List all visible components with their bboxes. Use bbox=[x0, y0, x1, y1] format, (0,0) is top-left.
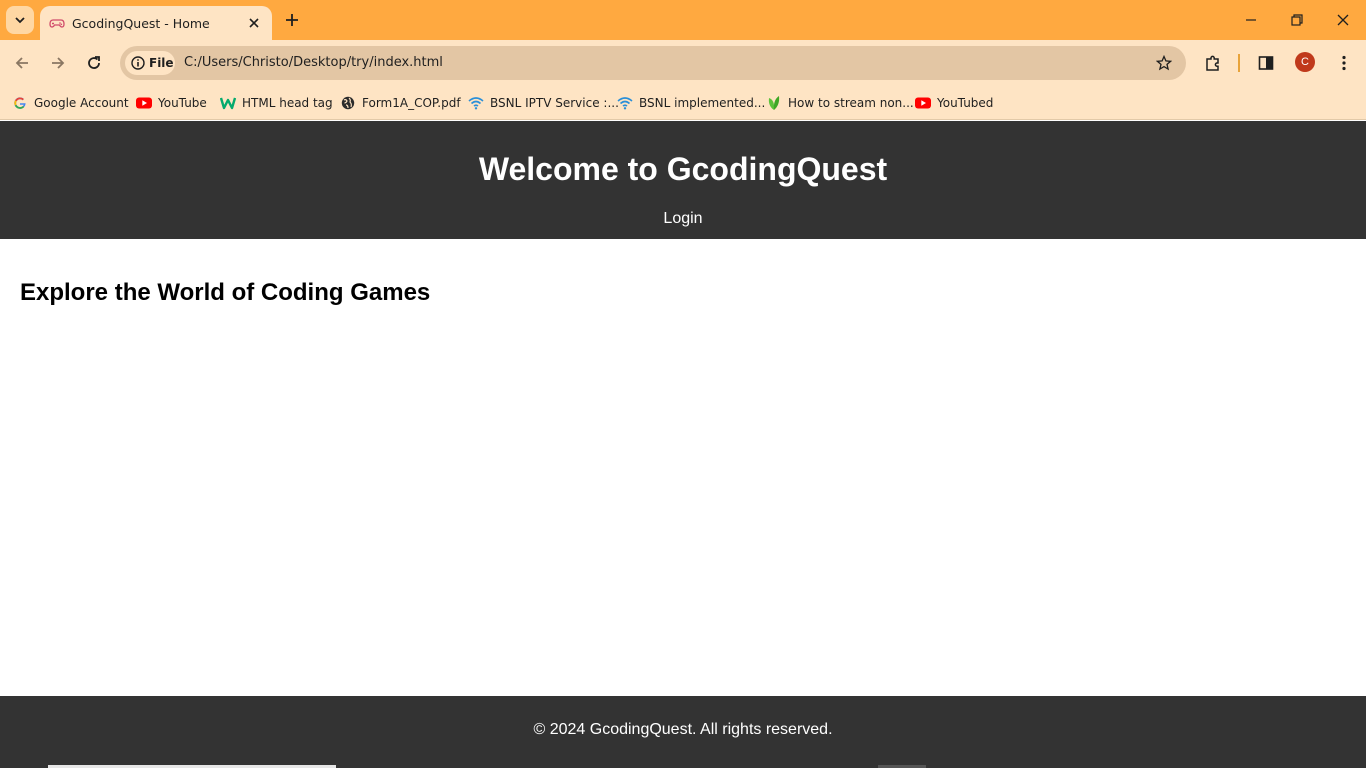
bookmark-label: BSNL implemented... bbox=[639, 96, 766, 110]
chip-label: File bbox=[149, 56, 174, 70]
wifi-icon bbox=[617, 95, 633, 111]
globe-icon bbox=[340, 95, 356, 111]
restore-icon bbox=[1291, 14, 1303, 26]
footer-copyright: © 2024 GcodingQuest. All rights reserved… bbox=[533, 721, 833, 738]
minimize-button[interactable] bbox=[1228, 0, 1274, 40]
gamepad-icon bbox=[49, 15, 65, 31]
kebab-menu-icon bbox=[1342, 55, 1346, 71]
site-footer: © 2024 GcodingQuest. All rights reserved… bbox=[0, 696, 1366, 768]
arrow-left-icon bbox=[15, 57, 28, 69]
browser-titlebar: GcodingQuest - Home bbox=[0, 0, 1366, 40]
page-title: Welcome to GcodingQuest bbox=[478, 151, 888, 187]
bookmark-youtube[interactable]: YouTube bbox=[136, 92, 207, 114]
youtube-icon bbox=[136, 95, 152, 111]
bookmark-bsnl-implemented[interactable]: BSNL implemented... bbox=[617, 92, 765, 114]
info-icon bbox=[131, 56, 145, 70]
bookmark-html-head-tag[interactable]: HTML head tag bbox=[220, 92, 333, 114]
minimize-icon bbox=[1246, 19, 1256, 21]
restore-button[interactable] bbox=[1274, 0, 1320, 40]
wifi-icon bbox=[468, 95, 484, 111]
site-header: Welcome to GcodingQuest Login bbox=[0, 121, 1366, 239]
section-heading: Explore the World of Coding Games bbox=[20, 279, 431, 306]
forward-button[interactable] bbox=[44, 49, 72, 77]
browser-tab-active[interactable]: GcodingQuest - Home bbox=[40, 6, 272, 40]
w-logo-icon bbox=[220, 95, 236, 111]
tab-title: GcodingQuest - Home bbox=[72, 15, 210, 31]
window-close-button[interactable] bbox=[1320, 0, 1366, 40]
bookmark-google-account[interactable]: Google Account bbox=[12, 92, 129, 114]
browser-toolbar: File C:/Users/Christo/Desktop/try/index.… bbox=[0, 40, 1366, 86]
leaf-icon bbox=[766, 95, 782, 111]
bookmark-youtubed[interactable]: YouTubed bbox=[915, 92, 993, 114]
reload-icon bbox=[88, 56, 100, 69]
close-icon[interactable] bbox=[246, 15, 262, 31]
youtube-icon bbox=[915, 95, 931, 111]
bookmark-how-to-stream[interactable]: How to stream non... bbox=[766, 92, 914, 114]
star-icon bbox=[1156, 55, 1172, 71]
bookmarks-bar: Google Account YouTube HTML head tag For… bbox=[0, 86, 1366, 120]
site-nav: Login bbox=[0, 210, 1366, 228]
google-icon bbox=[12, 95, 28, 111]
reload-button[interactable] bbox=[80, 49, 108, 77]
side-panel-icon bbox=[1258, 56, 1274, 70]
bookmark-label: How to stream non... bbox=[788, 96, 914, 110]
profile-avatar[interactable]: C bbox=[1295, 52, 1315, 72]
bookmark-form1a-cop[interactable]: Form1A_COP.pdf bbox=[340, 92, 461, 114]
side-panel-button[interactable] bbox=[1254, 51, 1278, 75]
bookmark-label: Google Account bbox=[34, 96, 129, 110]
tab-search-button[interactable] bbox=[6, 6, 34, 34]
address-bar[interactable]: File C:/Users/Christo/Desktop/try/index.… bbox=[120, 46, 1186, 80]
url-text[interactable]: C:/Users/Christo/Desktop/try/index.html bbox=[184, 55, 443, 70]
new-tab-button[interactable] bbox=[280, 8, 304, 32]
extensions-button[interactable] bbox=[1201, 51, 1225, 75]
bookmark-label: YouTube bbox=[158, 96, 207, 110]
login-link[interactable]: Login bbox=[663, 210, 702, 227]
bookmark-label: YouTubed bbox=[937, 96, 994, 110]
bookmark-star-button[interactable] bbox=[1154, 53, 1174, 73]
site-info-chip[interactable]: File bbox=[125, 51, 175, 75]
back-button[interactable] bbox=[8, 49, 36, 77]
puzzle-icon bbox=[1206, 55, 1219, 71]
browser-menu-button[interactable] bbox=[1332, 51, 1356, 75]
toolbar-separator bbox=[1238, 54, 1240, 72]
close-icon bbox=[1337, 14, 1349, 26]
arrow-right-icon bbox=[52, 57, 65, 69]
bookmark-label: BSNL IPTV Service :... bbox=[490, 96, 619, 110]
bookmark-bsnl-iptv[interactable]: BSNL IPTV Service :... bbox=[468, 92, 619, 114]
plus-icon bbox=[286, 14, 298, 26]
bookmark-label: HTML head tag bbox=[242, 96, 333, 110]
chevron-down-icon bbox=[15, 17, 25, 24]
bookmark-label: Form1A_COP.pdf bbox=[362, 96, 461, 110]
